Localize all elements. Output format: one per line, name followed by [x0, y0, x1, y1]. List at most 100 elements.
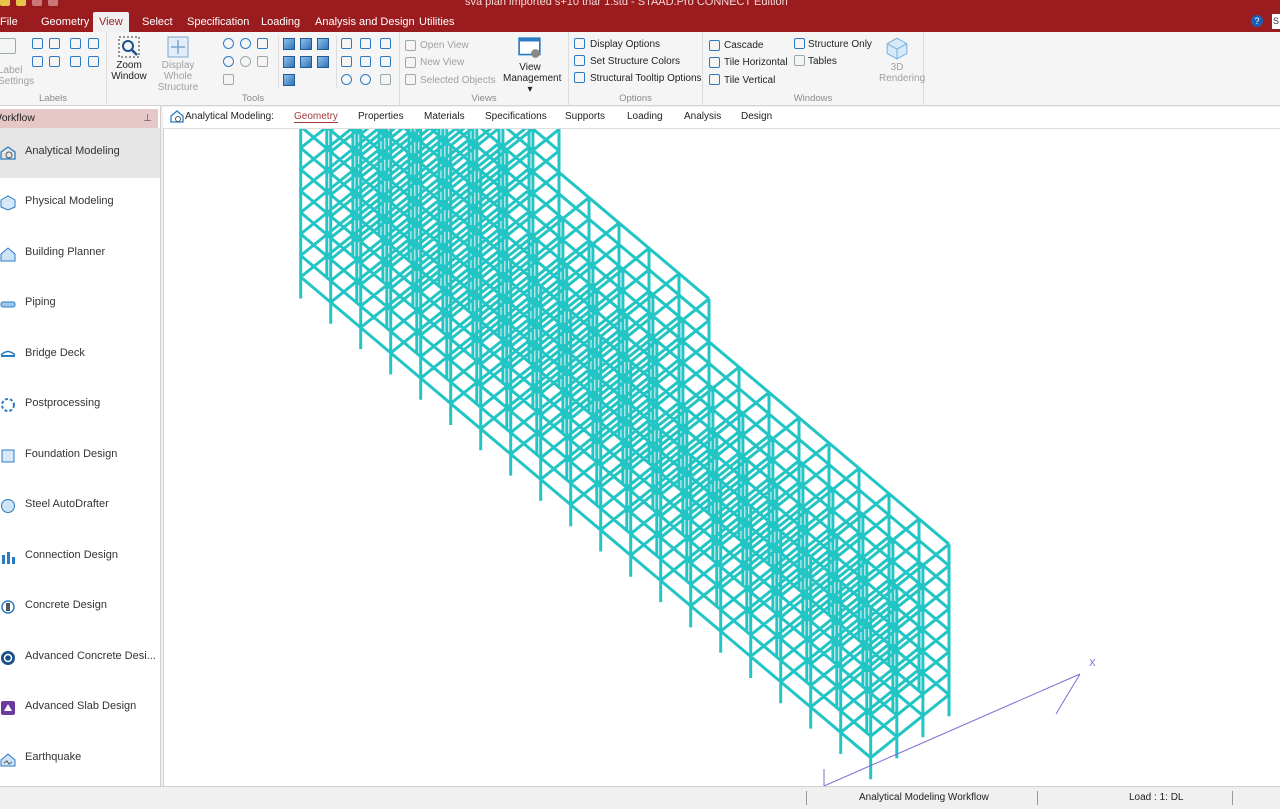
sidebar-item-postprocessing[interactable]: Postprocessing — [0, 380, 160, 430]
sidebar-item-earthquake[interactable]: Earthquake — [0, 734, 160, 784]
subtab-design[interactable]: Design — [741, 111, 772, 122]
back-view-icon[interactable] — [317, 38, 329, 50]
redo-icon[interactable] — [48, 0, 58, 6]
right-view-icon[interactable] — [300, 56, 312, 68]
bridge-deck-icon — [0, 350, 16, 357]
sidebar-item-concrete-design[interactable]: Concrete Design — [0, 582, 160, 632]
structure-model-3d[interactable] — [164, 129, 1280, 786]
top-view-icon[interactable] — [317, 56, 329, 68]
subtab-geometry[interactable]: Geometry — [294, 111, 338, 123]
pan-icon[interactable] — [223, 74, 234, 85]
set-structure-colors-button[interactable]: Set Structure Colors — [590, 56, 680, 67]
open-view-button[interactable]: Open View — [420, 40, 469, 51]
sidebar-item-piping[interactable]: Piping — [0, 279, 160, 329]
ribbon: Label Settings Labels Zoom Window Displa… — [0, 32, 1280, 106]
analytical-modeling-tabs: Analytical Modeling: Geometry Properties… — [163, 107, 1280, 129]
tab-geometry[interactable]: Geometry — [35, 12, 95, 32]
sidebar-item-analytical-modeling[interactable]: Analytical Modeling — [0, 128, 160, 178]
tools-divider-2 — [336, 36, 337, 88]
zoom-out-icon[interactable] — [223, 56, 234, 67]
axes-label-icon[interactable] — [88, 38, 99, 49]
structure-only-button[interactable]: Structure Only — [808, 39, 872, 50]
tile-vertical-button[interactable]: Tile Vertical — [724, 75, 775, 86]
zoom-extents-icon[interactable] — [257, 38, 268, 49]
tables-button[interactable]: Tables — [808, 56, 837, 67]
tab-utilities[interactable]: Utilities — [413, 12, 460, 32]
label-settings-icon[interactable] — [0, 38, 16, 54]
tab-analysis-and-design[interactable]: Analysis and Design — [309, 12, 421, 32]
save-icon[interactable] — [0, 0, 10, 6]
sidebar-item-physical-modeling[interactable]: Physical Modeling — [0, 178, 160, 228]
model-viewport[interactable]: X — [163, 129, 1280, 786]
sidebar-item-advanced-concrete-design[interactable]: Advanced Concrete Desi... — [0, 633, 160, 683]
quick-access-toolbar — [0, 0, 58, 6]
bottom-view-icon[interactable] — [283, 74, 295, 86]
subtabs-prefix: Analytical Modeling: — [185, 111, 274, 122]
isometric-view-icon[interactable] — [283, 38, 295, 50]
sidebar-item-building-planner[interactable]: Building Planner — [0, 229, 160, 279]
new-view-button[interactable]: New View — [420, 57, 464, 68]
tab-select[interactable]: Select — [136, 12, 179, 32]
zoom-window-label: Zoom Window — [111, 60, 147, 82]
subtab-loading[interactable]: Loading — [627, 111, 663, 122]
structural-tooltip-options-button[interactable]: Structural Tooltip Options — [590, 73, 702, 84]
rotate-left-icon[interactable] — [380, 38, 391, 49]
undo-icon[interactable] — [32, 0, 42, 6]
selected-objects-button[interactable]: Selected Objects — [420, 75, 496, 86]
magnify-icon[interactable] — [257, 56, 268, 67]
options-group-title: Options — [619, 93, 652, 104]
sidebar-item-steel-autodrafter[interactable]: Steel AutoDrafter — [0, 481, 160, 531]
front-view-icon[interactable] — [300, 38, 312, 50]
3d-rendering-button[interactable]: 3D Rendering — [873, 36, 925, 84]
workflow-title: Workflow — [0, 112, 35, 124]
load-label-icon[interactable] — [49, 56, 60, 67]
rotate-ccw-icon[interactable] — [360, 74, 371, 85]
zoom-dynamic-icon[interactable] — [240, 38, 251, 49]
subtab-materials[interactable]: Materials — [424, 111, 465, 122]
spin-left-icon[interactable] — [360, 56, 371, 67]
advanced-concrete-design-icon — [1, 651, 15, 665]
search-input[interactable]: S — [1272, 14, 1280, 29]
sidebar-item-connection-design[interactable]: Connection Design — [0, 532, 160, 582]
zoom-in-icon[interactable] — [223, 38, 234, 49]
subtab-supports[interactable]: Supports — [565, 111, 605, 122]
beam-label-icon[interactable] — [49, 38, 60, 49]
zoom-previous-icon[interactable] — [240, 56, 251, 67]
support-label-icon[interactable] — [32, 56, 43, 67]
label-settings-button[interactable]: Label Settings — [0, 65, 34, 87]
frame-wireframe — [299, 129, 951, 780]
display-whole-structure-button[interactable]: Display Whole Structure — [151, 36, 205, 93]
node-label-icon[interactable] — [32, 38, 43, 49]
rotate-cw-icon[interactable] — [341, 74, 352, 85]
axis-x-label: X — [1089, 658, 1096, 669]
pan-move-icon[interactable] — [380, 74, 391, 85]
tab-file[interactable]: File — [0, 12, 24, 32]
rotate-down-icon[interactable] — [360, 38, 371, 49]
subtab-analysis[interactable]: Analysis — [684, 111, 721, 122]
tab-loading[interactable]: Loading — [255, 12, 306, 32]
sidebar-item-bridge-deck[interactable]: Bridge Deck — [0, 330, 160, 380]
help-icon[interactable]: ? — [1251, 15, 1263, 27]
rotate-up-icon[interactable] — [341, 38, 352, 49]
tab-specification[interactable]: Specification — [181, 12, 255, 32]
section-label-icon[interactable] — [70, 56, 81, 67]
spin-right-icon[interactable] — [380, 56, 391, 67]
subtab-specifications[interactable]: Specifications — [485, 111, 547, 122]
sidebar-item-foundation-design[interactable]: Foundation Design — [0, 431, 160, 481]
rotate-right-icon[interactable] — [341, 56, 352, 67]
zoom-window-button[interactable]: Zoom Window — [111, 36, 147, 82]
subtab-properties[interactable]: Properties — [358, 111, 404, 122]
tables-icon — [794, 55, 805, 66]
pin-icon[interactable]: ⊥ — [143, 109, 152, 128]
concrete-design-icon — [1, 600, 15, 614]
open-icon[interactable] — [16, 0, 26, 6]
left-view-icon[interactable] — [283, 56, 295, 68]
cascade-button[interactable]: Cascade — [724, 40, 763, 51]
view-management-button[interactable]: View Management ▾ — [494, 36, 566, 95]
dimension-label-icon[interactable] — [88, 56, 99, 67]
display-options-button[interactable]: Display Options — [590, 39, 660, 50]
sidebar-item-advanced-slab-design[interactable]: Advanced Slab Design — [0, 683, 160, 733]
tile-horizontal-button[interactable]: Tile Horizontal — [724, 57, 788, 68]
plate-label-icon[interactable] — [70, 38, 81, 49]
tab-view[interactable]: View — [93, 12, 129, 32]
